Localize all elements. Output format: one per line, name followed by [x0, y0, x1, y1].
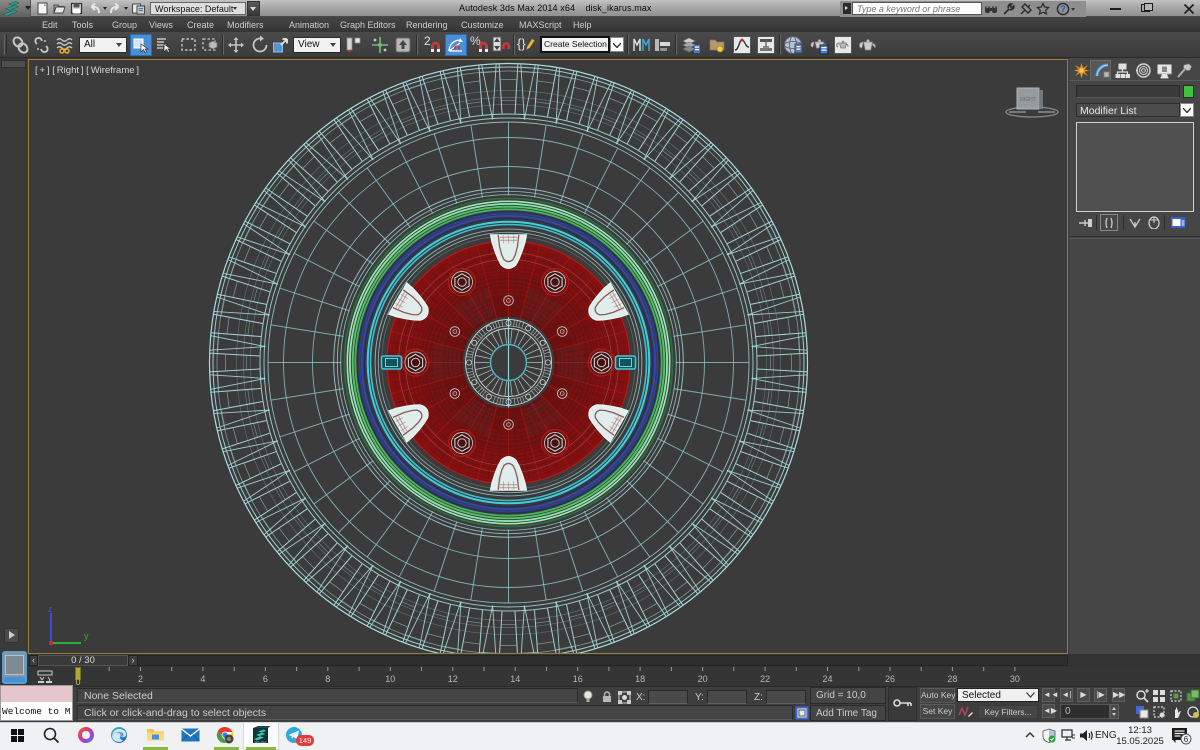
svg-text:26: 26 [885, 674, 895, 684]
svg-text:10: 10 [385, 674, 395, 684]
svg-text:12: 12 [448, 674, 458, 684]
svg-text:{}: {} [517, 36, 526, 51]
svg-text:20: 20 [698, 674, 708, 684]
svg-text:RIGHT: RIGHT [1020, 97, 1036, 103]
svg-text:18: 18 [635, 674, 645, 684]
svg-text:3DS MAX: 3DS MAX [254, 740, 266, 744]
svg-text:8: 8 [325, 674, 330, 684]
svg-text:2: 2 [138, 674, 143, 684]
svg-text:6: 6 [1184, 735, 1189, 744]
svg-text:30: 30 [1010, 674, 1020, 684]
svg-text:2: 2 [424, 34, 431, 48]
svg-text:?: ? [1060, 4, 1066, 14]
svg-text:16: 16 [573, 674, 583, 684]
svg-text:y: y [84, 631, 89, 641]
svg-text:6: 6 [263, 674, 268, 684]
svg-text:24: 24 [822, 674, 832, 684]
svg-text:28: 28 [947, 674, 957, 684]
svg-text:22: 22 [760, 674, 770, 684]
svg-text:4: 4 [200, 674, 205, 684]
svg-text:z: z [48, 605, 53, 614]
svg-text:14: 14 [510, 674, 520, 684]
